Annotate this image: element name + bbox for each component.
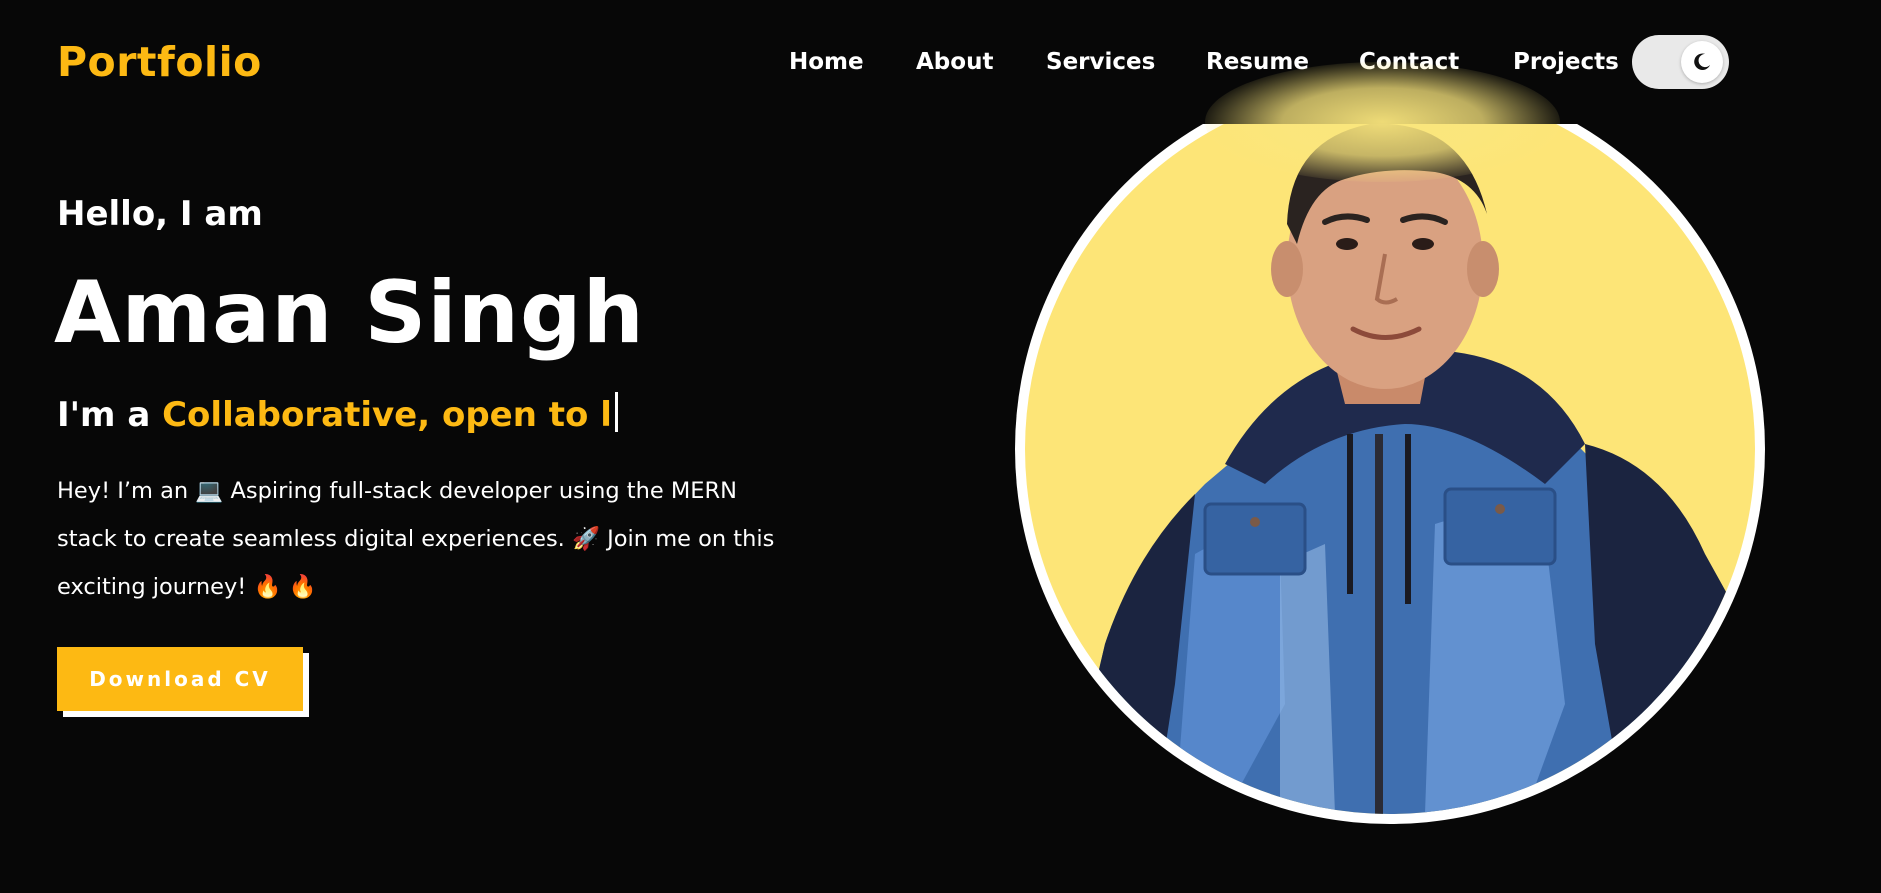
profile-photo — [1025, 84, 1755, 814]
site-logo[interactable]: Portfolio — [57, 38, 262, 86]
hero-intro: Hey! I’m an 💻 Aspiring full-stack develo… — [57, 478, 775, 600]
nav-link-resume[interactable]: Resume — [1206, 46, 1309, 78]
nav-link-services[interactable]: Services — [1046, 46, 1155, 78]
nav-link-home[interactable]: Home — [789, 46, 864, 78]
toggle-knob — [1681, 41, 1723, 83]
typing-caret — [614, 392, 618, 432]
download-cv-button[interactable]: Download CV — [57, 647, 303, 711]
nav-link-contact[interactable]: Contact — [1359, 46, 1459, 78]
typed-role-text: Collaborative, open to l — [162, 395, 612, 435]
moon-icon — [1694, 53, 1711, 70]
nav-link-projects[interactable]: Projects — [1513, 46, 1619, 78]
typed-prefix: I'm a — [57, 395, 163, 435]
nav-link-about[interactable]: About — [916, 46, 993, 78]
theme-toggle[interactable] — [1632, 35, 1729, 89]
hero-name: Aman Singh — [54, 263, 645, 363]
portfolio-page: Portfolio Home About Services Resume Con… — [0, 0, 1881, 893]
navbar: Portfolio Home About Services Resume Con… — [0, 0, 1881, 124]
person-illustration — [1065, 123, 1755, 814]
profile-photo-frame — [1015, 74, 1765, 824]
hero-greeting: Hello, I am — [57, 194, 263, 234]
typed-role-line: I'm a Collaborative, open to l — [57, 390, 618, 440]
